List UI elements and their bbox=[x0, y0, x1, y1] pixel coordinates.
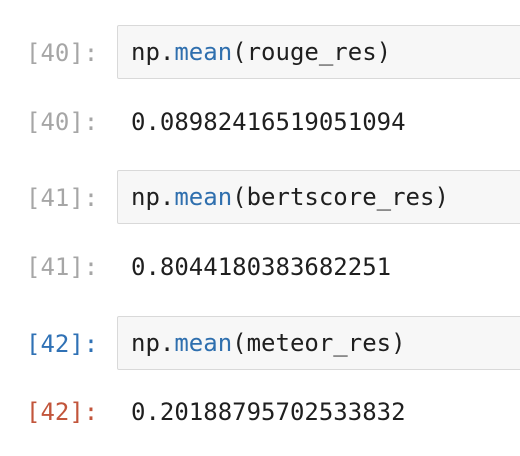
output-value: 0.08982416519051094 bbox=[131, 108, 406, 136]
output-value: 0.8044180383682251 bbox=[131, 253, 392, 281]
output-prompt: [42]: bbox=[26, 398, 99, 426]
code-input[interactable]: np.mean(bertscore_res) bbox=[117, 170, 520, 224]
code-function: mean bbox=[174, 38, 233, 66]
input-prompt: [40]: bbox=[26, 39, 99, 67]
code-args: (bertscore_res) bbox=[232, 183, 449, 211]
code-text: np.mean(rouge_res) bbox=[131, 37, 391, 67]
code-function: mean bbox=[174, 329, 233, 357]
input-prompt: [41]: bbox=[26, 184, 99, 212]
output-prompt: [41]: bbox=[26, 253, 99, 281]
code-input[interactable]: np.mean(meteor_res) bbox=[117, 316, 520, 370]
code-args: (meteor_res) bbox=[232, 329, 406, 357]
code-object: np. bbox=[131, 38, 175, 66]
code-args: (rouge_res) bbox=[232, 38, 392, 66]
input-prompt: [42]: bbox=[26, 330, 99, 358]
code-input[interactable]: np.mean(rouge_res) bbox=[117, 25, 520, 79]
code-text: np.mean(meteor_res) bbox=[131, 328, 406, 358]
code-object: np. bbox=[131, 183, 175, 211]
code-function: mean bbox=[174, 183, 233, 211]
output-prompt: [40]: bbox=[26, 108, 99, 136]
code-object: np. bbox=[131, 329, 175, 357]
output-value: 0.20188795702533832 bbox=[131, 398, 406, 426]
code-text: np.mean(bertscore_res) bbox=[131, 182, 449, 212]
